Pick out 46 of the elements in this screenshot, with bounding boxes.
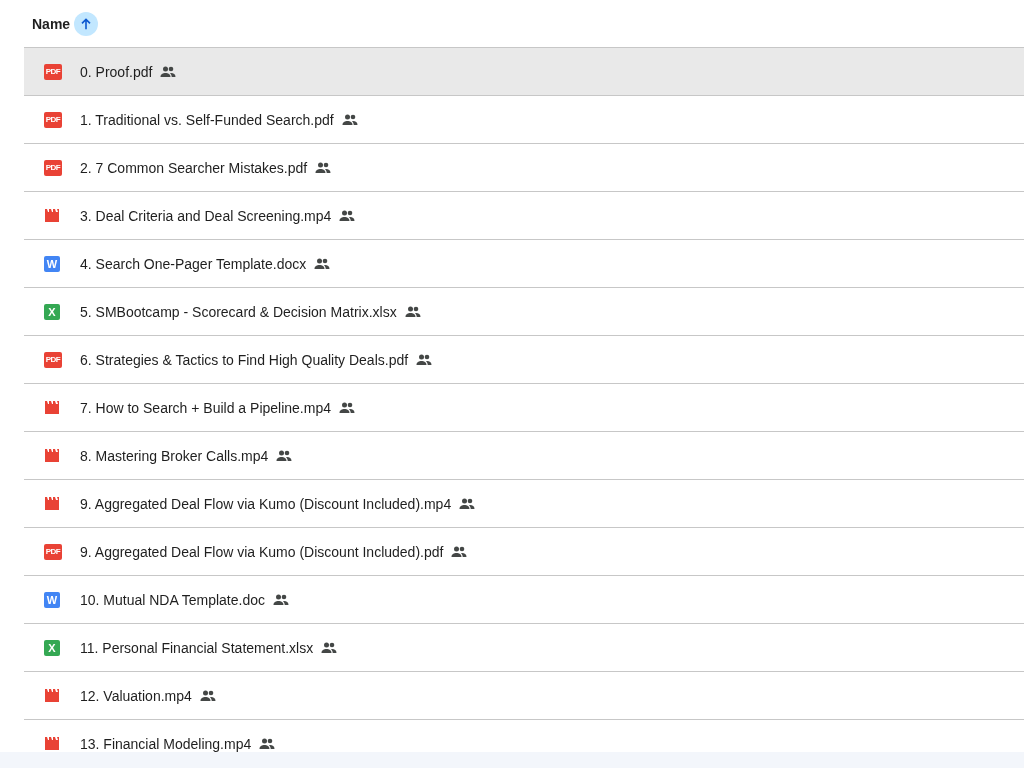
pdf-file-icon: PDF (44, 111, 62, 128)
file-name: 3. Deal Criteria and Deal Screening.mp4 (80, 207, 332, 224)
file-name: 8. Mastering Broker Calls.mp4 (80, 447, 269, 464)
file-row[interactable]: W 4. Search One-Pager Template.docx (24, 239, 1024, 287)
file-row[interactable]: X 11. Personal Financial Statement.xlsx (24, 623, 1024, 671)
file-row[interactable]: PDF 2. 7 Common Searcher Mistakes.pdf (24, 143, 1024, 191)
video-file-icon (44, 495, 60, 512)
file-row[interactable]: PDF 0. Proof.pdf (24, 47, 1024, 95)
video-file-icon (44, 735, 60, 752)
file-name: 0. Proof.pdf (80, 63, 153, 80)
video-file-icon (44, 447, 60, 464)
video-file-icon (44, 687, 60, 704)
file-row[interactable]: 7. How to Search + Build a Pipeline.mp4 (24, 383, 1024, 431)
spreadsheet-file-icon: X (44, 639, 60, 656)
pdf-file-icon: PDF (44, 63, 62, 80)
file-name: 4. Search One-Pager Template.docx (80, 255, 307, 272)
spreadsheet-file-icon: X (44, 303, 60, 320)
document-file-icon: W (44, 591, 60, 608)
column-header[interactable]: Name (32, 15, 71, 32)
file-name: 5. SMBootcamp - Scorecard & Decision Matrix.xlsx (80, 303, 397, 320)
file-row[interactable]: X 5. SMBootcamp - Scorecard & Decision Matrix.xlsx (24, 287, 1024, 335)
file-name: 1. Traditional vs. Self-Funded Search.pdf (80, 111, 334, 128)
file-row[interactable]: 9. Aggregated Deal Flow via Kumo (Discount Included).mp4 (24, 479, 1024, 527)
file-row[interactable]: 3. Deal Criteria and Deal Screening.mp4 (24, 191, 1024, 239)
file-name: 12. Valuation.mp4 (80, 687, 192, 704)
file-name: 11. Personal Financial Statement.xlsx (80, 639, 314, 656)
file-row[interactable]: 12. Valuation.mp4 (24, 671, 1024, 719)
video-file-icon (44, 399, 60, 416)
file-name: 2. 7 Common Searcher Mistakes.pdf (80, 159, 308, 176)
file-name: 9. Aggregated Deal Flow via Kumo (Discount Included).pdf (80, 543, 444, 560)
file-name: 9. Aggregated Deal Flow via Kumo (Discount Included).mp4 (80, 495, 452, 512)
file-row[interactable]: PDF 1. Traditional vs. Self-Funded Search.pdf (24, 95, 1024, 143)
document-file-icon: W (44, 255, 60, 272)
file-row[interactable]: W 10. Mutual NDA Template.doc (24, 575, 1024, 623)
file-name: 13. Financial Modeling.mp4 (80, 735, 252, 752)
file-name: 6. Strategies & Tactics to Find High Quality Deals.pdf (80, 351, 409, 368)
pdf-file-icon: PDF (44, 543, 62, 560)
file-name: 7. How to Search + Build a Pipeline.mp4 (80, 399, 331, 416)
file-name: 10. Mutual NDA Template.doc (80, 591, 265, 608)
file-row[interactable]: 13. Financial Modeling.mp4 (24, 719, 1024, 752)
file-row[interactable]: PDF 9. Aggregated Deal Flow via Kumo (Discount Included).pdf (24, 527, 1024, 575)
file-row[interactable]: PDF 6. Strategies & Tactics to Find High Quality Deals.pdf (24, 335, 1024, 383)
video-file-icon (44, 207, 60, 224)
file-row[interactable]: 8. Mastering Broker Calls.mp4 (24, 431, 1024, 479)
pdf-file-icon: PDF (44, 159, 62, 176)
pdf-file-icon: PDF (44, 351, 62, 368)
